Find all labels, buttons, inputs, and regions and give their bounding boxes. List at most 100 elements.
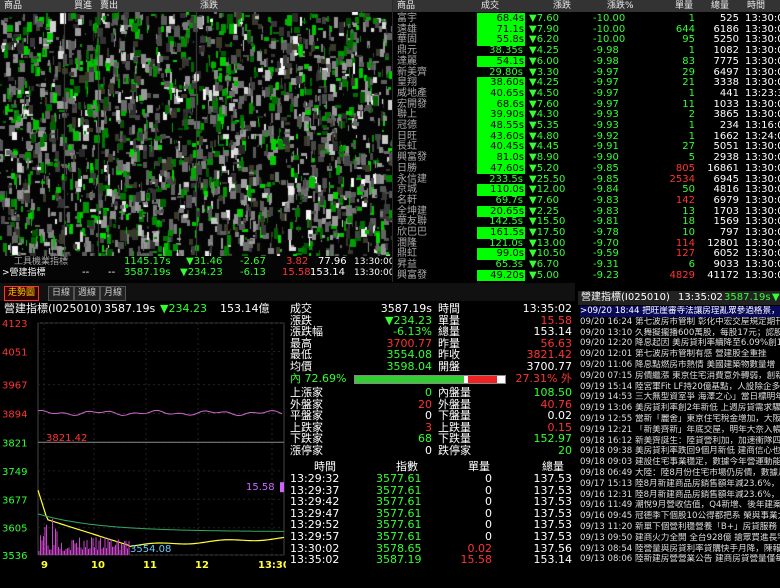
intraday-chart[interactable]: 4123 4051 3967 3894 3821 3749 3677 3605 3536 9 10 1… (0, 317, 286, 588)
tick-volume: 137.53 (533, 530, 573, 543)
y-tick-label: 3536 (2, 551, 27, 562)
ratio-bar-fill (355, 376, 465, 383)
x-tick-label: 13:30 (258, 560, 286, 571)
col-header[interactable]: 商品 (397, 0, 415, 12)
index-amount: 153.14億 (220, 302, 270, 315)
info-value: -6.13% (393, 325, 432, 338)
stat-row: 平盤家 0 下盤量 0.02 (286, 410, 575, 422)
info-row: 最低 3554.08 昨收 3821.42 (286, 349, 575, 361)
news-change: ▼ (772, 292, 780, 303)
news-item[interactable]: 09/13 09:50 建商火力全開 全台928億 搶眾買進長宅市 (580, 533, 780, 544)
y-tick-label: 4123 (2, 319, 27, 330)
low-label: 3554.08 (130, 544, 171, 555)
row-pct: -9.23 (593, 269, 619, 281)
y-tick-label: 3821 (2, 438, 27, 449)
col-header[interactable]: 時間 (747, 0, 765, 12)
news-item[interactable]: 09/18 09:38 美房貸利率跌回9個月新低 建商信心也維持 (580, 446, 780, 457)
col-header[interactable]: 商品 (4, 0, 22, 12)
tick-time: 13:29:32 (290, 472, 340, 485)
info-value: 3554.08 (386, 348, 433, 361)
stat-label: 下跌家 (290, 432, 323, 445)
col-header[interactable]: 漲跌 (200, 0, 218, 12)
row-name: >營建指標 (2, 268, 46, 278)
news-item[interactable]: 09/19 14:53 三大無型資室爭 海澤之心」當日標明年期 (580, 392, 780, 403)
col-header[interactable]: 成交 (481, 0, 499, 12)
tab-daily[interactable]: 日線 (48, 286, 75, 301)
tab-trend[interactable]: 走勢圖 (4, 286, 40, 301)
news-time: 13:35:02 (678, 292, 723, 303)
info-value: 3598.04 (386, 359, 433, 373)
stat-row: 下跌家 68 下跌量 152.97 (286, 433, 575, 445)
news-item[interactable]: 09/20 16:24 第七波房市管制 彰化中宏交屋規定期刊 (580, 317, 780, 328)
row-time: 13:30:00 (745, 269, 780, 281)
news-item[interactable]: 09/19 13:06 美房貸利率創2年新低 上週房貸需求驟增 (580, 403, 780, 414)
stat-value: 0 (425, 386, 432, 399)
info-label: 最低 (290, 348, 312, 361)
news-item[interactable]: 09/20 12:01 第七波房市管制有感 營建股全重挫 (580, 349, 780, 360)
col-header[interactable]: 買進 (74, 0, 92, 12)
y-tick-label: 3749 (2, 467, 27, 478)
volume-label: 15.58 (246, 482, 275, 493)
tick-time: 13:29:57 (290, 530, 340, 543)
news-item[interactable]: 09/17 15:13 陸8月新建商品房銷售額年減23.6%，降幅 (580, 479, 780, 490)
stat-value: 20 (558, 443, 572, 457)
ratio-bar (354, 375, 506, 384)
news-item[interactable]: 09/13 11:20 新單下個營利穩營養「B+」房貸服務「自」 (580, 522, 780, 533)
info-row: 成交 3587.19s 時間 13:35:02 (286, 303, 575, 315)
news-item[interactable]: 09/18 09:03 建設住宅事業穩定，數據今年營運動能可期 (580, 457, 780, 468)
tick-row[interactable]: 13:29:32 3577.61 0 137.53 (286, 473, 575, 485)
tick-time: 13:35:02 (290, 553, 340, 567)
info-label: 昨收 (438, 348, 460, 361)
tick-row[interactable]: 13:35:02 3587.19 15.58 153.14 (286, 554, 575, 566)
news-item[interactable]: 09/13 08:06 陸新建房營營業公告 建商房貸營量僅每增1.4% (580, 554, 780, 565)
tick-price: 3577.61 (376, 472, 422, 485)
inner-ratio: 內 72.69% (290, 372, 347, 385)
news-item[interactable]: 09/16 09:45 冠德季下個股10公得都把系 榮與事業大幅 (580, 511, 780, 522)
row-change: ▼5.00 (529, 269, 559, 281)
x-tick-label: 12 (195, 560, 209, 571)
tick-volume: 153.14 (533, 553, 573, 567)
col-header[interactable]: 單量 (675, 0, 693, 12)
stat-value: 0 (425, 443, 432, 457)
stat-value: 0.02 (547, 409, 573, 422)
quote-info-panel: 成交 3587.19s 時間 13:35:02 漲跌 ▼234.23 單量 15.58 漲跌幅 -… (286, 301, 575, 572)
stat-value: 0 (425, 409, 432, 422)
col-header[interactable]: 總量 (711, 0, 729, 12)
tick-header: 時間 (314, 460, 336, 473)
row-pct: -6.13 (240, 267, 266, 278)
tick-price: 3577.61 (376, 495, 422, 509)
news-item[interactable]: 09/16 11:49 潮悅9月營收估值，Q4新增、後年建案大爆 (580, 500, 780, 511)
col-header[interactable]: 漲跌% (607, 0, 634, 12)
y-tick-label: 4051 (2, 347, 27, 358)
news-item[interactable]: 09/20 12:20 降息起因 美房貸利率續降至6.09%創19個月新 (580, 338, 780, 349)
tick-row[interactable]: 13:29:42 3577.61 0 137.53 (286, 496, 575, 508)
table-row[interactable]: 興富發 49.20s ▼5.00 -9.23 4829 41172 13:30:00 (393, 269, 780, 281)
tab-monthly[interactable]: 月線 (100, 286, 127, 301)
stat-label: 平盤家 (290, 409, 323, 422)
news-item[interactable]: >09/20 18:44 把旺崖審寺法讓房珵亂眾參過格景，上班日 (580, 306, 780, 317)
ratio-bar-fill (468, 376, 497, 383)
news-item[interactable]: 09/16 12:31 陸8月新建商品房銷售額年減23.6%，降幅 (580, 490, 780, 501)
tick-unit: 15.58 (460, 553, 493, 567)
news-item[interactable]: 09/19 15:14 陸宮軍Fit LF持20億基點，人設除企多上漲 (580, 382, 780, 393)
stat-label: 上漲家 (290, 386, 323, 399)
news-item[interactable]: 09/19 12:21 「新美齊新」年底交屋，明年大奈入帳 (580, 425, 780, 436)
tick-row[interactable]: 13:29:57 3577.61 0 137.53 (286, 531, 575, 543)
col-header[interactable]: 賣出 (100, 0, 118, 12)
news-item[interactable]: 09/13 08:54 陸營量與房貸利率貸購快手月降，陳報總減少 (580, 544, 780, 555)
info-label: 時間 (438, 302, 460, 315)
news-item[interactable]: 09/20 07:15 房價繼漲 東京住宅消費意外轉弱，創新低 (580, 371, 780, 382)
quote-row-selected[interactable]: >營建指標 -- -- 3587.19s ▼234.23 -6.13 15.58… (0, 267, 392, 279)
tab-weekly[interactable]: 週線 (74, 286, 101, 301)
stat-row: 上漲家 0 內盤量 108.50 (286, 387, 575, 399)
news-item[interactable]: 09/20 11:06 降息點燃房市熱情 美國建築物數量增 (580, 360, 780, 371)
news-item[interactable]: 09/18 06:49 大陸：陸8月份住宅市場仍房價，數據月份初 (580, 468, 780, 479)
row-time: 13:30:00 (354, 268, 392, 278)
info-label: 漲跌幅 (290, 325, 323, 338)
news-item[interactable]: 09/19 12:55 當新「麗舍」東京住宅稅金增加，大阪市回 (580, 414, 780, 425)
news-item[interactable]: 09/20 13:10 久舞擬攏播600萬股，每股17元；認股基準日 (580, 328, 780, 339)
tick-volume: 137.53 (533, 495, 573, 509)
y-tick-label: 3894 (2, 410, 27, 421)
col-header[interactable]: 漲跌 (553, 0, 571, 12)
news-item[interactable]: 09/18 16:12 新美齊誕生：陸貸營利加，加速衝隊四超 (580, 436, 780, 447)
